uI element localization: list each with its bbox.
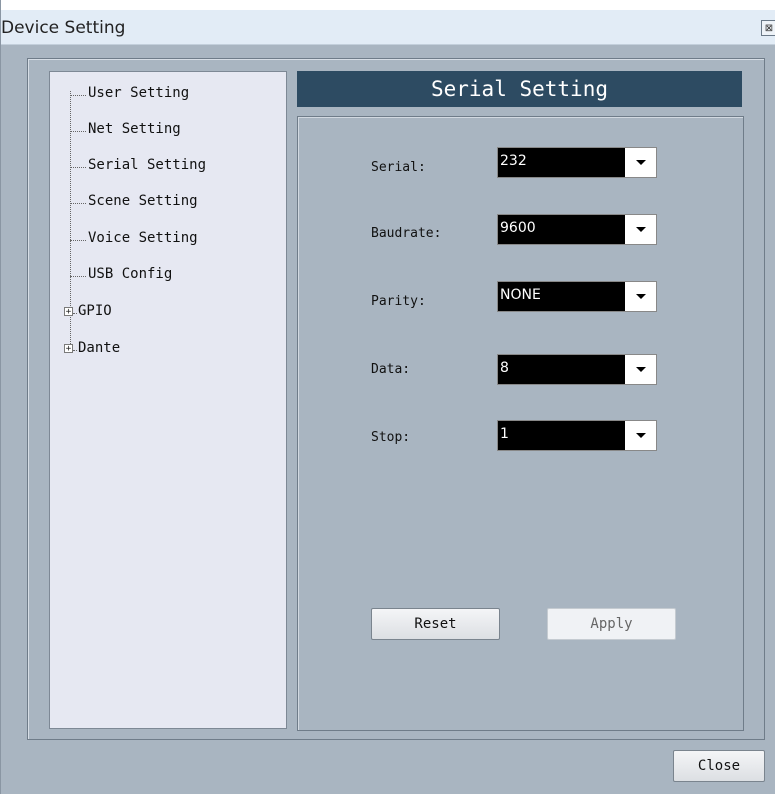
data-select[interactable]: 8: [497, 354, 657, 385]
data-value: 8: [500, 360, 509, 376]
reset-button[interactable]: Reset: [371, 608, 500, 640]
close-window-icon[interactable]: ⊠: [761, 20, 775, 36]
baudrate-select[interactable]: 9600: [497, 214, 657, 245]
parity-label: Parity:: [371, 294, 426, 309]
close-button[interactable]: Close: [673, 750, 765, 782]
chevron-down-icon: [636, 294, 646, 299]
tree-item-label: Net Setting: [88, 121, 181, 137]
stop-label: Stop:: [371, 430, 411, 445]
dropdown-button[interactable]: [625, 282, 656, 311]
dropdown-button[interactable]: [625, 215, 656, 244]
tree-item-label: Serial Setting: [88, 157, 207, 173]
stop-value: 1: [500, 426, 509, 442]
baudrate-value: 9600: [500, 220, 536, 236]
device-setting-window: Device Setting ⊠ User Setting Net Settin…: [0, 0, 775, 794]
tree-item-label: Dante: [78, 340, 121, 356]
serial-value: 232: [500, 153, 527, 169]
tree-item-label: USB Config: [88, 266, 173, 282]
data-label: Data:: [371, 362, 411, 377]
chevron-down-icon: [636, 367, 646, 372]
settings-tree: User Setting Net Setting Serial Setting …: [49, 71, 287, 729]
serial-select[interactable]: 232: [497, 147, 657, 178]
tree-item-label: Scene Setting: [88, 193, 198, 209]
tree-item-label: Voice Setting: [88, 230, 198, 246]
tree-item-label: GPIO: [78, 303, 112, 319]
parity-value: NONE: [500, 287, 541, 303]
stop-select[interactable]: 1: [497, 420, 657, 451]
dropdown-button[interactable]: [625, 421, 656, 450]
top-margin: [1, 0, 775, 10]
baudrate-label: Baudrate:: [371, 226, 442, 241]
serial-label: Serial:: [371, 160, 426, 175]
title-bar: Device Setting ⊠: [1, 10, 775, 45]
dropdown-button[interactable]: [625, 148, 656, 177]
panel-title: Serial Setting: [297, 71, 742, 107]
expand-icon[interactable]: +: [64, 307, 73, 317]
parity-select[interactable]: NONE: [497, 281, 657, 312]
chevron-down-icon: [636, 160, 646, 165]
apply-button[interactable]: Apply: [547, 608, 676, 640]
expand-icon[interactable]: +: [64, 344, 73, 354]
chevron-down-icon: [636, 227, 646, 232]
dropdown-button[interactable]: [625, 355, 656, 384]
tree-item-label: User Setting: [88, 85, 190, 101]
window-title: Device Setting: [1, 18, 126, 38]
chevron-down-icon: [636, 433, 646, 438]
